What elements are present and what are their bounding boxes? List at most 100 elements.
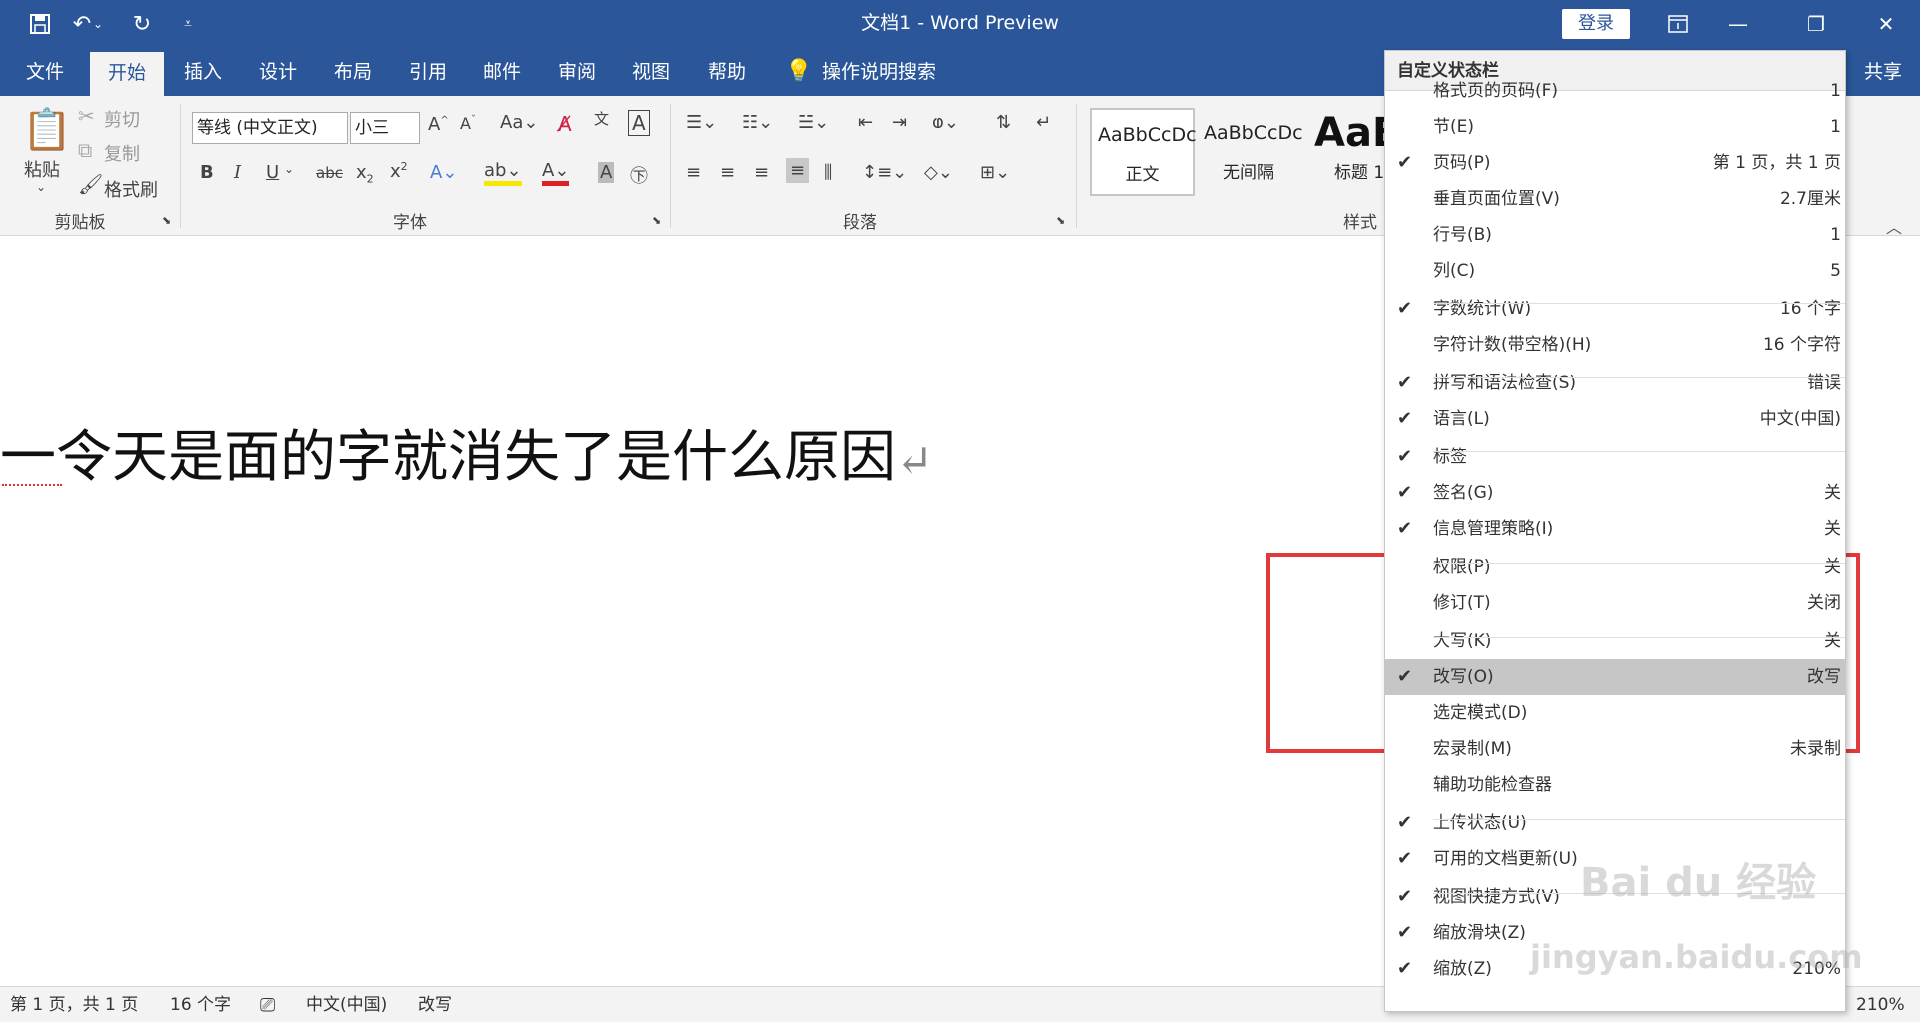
menu-item[interactable]: ✔ 字数统计(W) 16 个字 [1385,291,1845,327]
dialog-launcher-icon[interactable]: ⬊ [1056,214,1065,227]
chinese-layout-icon[interactable]: ⱷ⌄ [932,112,959,133]
save-icon[interactable] [24,8,56,40]
paste-button[interactable]: 粘贴 [24,156,60,182]
tell-me-search[interactable]: 操作说明搜索 [822,48,982,96]
document-body-text[interactable]: 一令天是面的字就消失了是什么原因 [0,425,896,490]
menu-item[interactable]: ✔ 信息管理策略(I) 关 [1385,511,1845,547]
menu-item-value: 错误 [1807,373,1841,393]
shading-icon[interactable]: ◇⌄ [924,162,953,183]
style-normal[interactable]: AaBbCcDc 正文 [1090,108,1197,196]
bullets-icon[interactable]: ☰⌄ [686,112,717,133]
proofing-icon[interactable]: ⎚ [260,987,275,1022]
menu-item[interactable]: ✔ 改写(O) 改写 [1385,659,1845,695]
restore-icon[interactable]: ❐ [1786,0,1846,48]
menu-item-label: 缩放滑块(Z) [1433,923,1526,943]
bold-icon[interactable]: B [200,162,214,183]
font-size-combo[interactable]: 小三 [350,112,420,144]
char-shading-icon[interactable]: A [598,162,615,183]
style-heading-1[interactable]: AaB 标题 1 [1306,108,1384,196]
line-spacing-icon[interactable]: ↕≡⌄ [862,162,907,183]
menu-item-label: 节(E) [1433,117,1475,137]
menu-item[interactable]: ✔ 页码(P) 第 1 页，共 1 页 [1385,145,1845,181]
tab-design[interactable]: 设计 [243,48,313,96]
menu-item[interactable]: 辅助功能检查器 [1385,767,1845,803]
underline-icon[interactable]: U [266,162,279,183]
phonetic-guide-icon[interactable]: 文 [594,108,609,129]
align-center-icon[interactable]: ≡ [720,162,735,183]
status-overtype[interactable]: 改写 [418,987,452,1022]
decrease-indent-icon[interactable]: ⇤ [858,112,873,133]
text-effects-icon[interactable]: A⌄ [430,162,457,183]
highlight-icon[interactable]: ab⌄ [484,160,522,186]
increase-indent-icon[interactable]: ⇥ [892,112,907,133]
superscript-icon[interactable]: x2 [390,160,408,182]
menu-item[interactable]: 行号(B) 1 [1385,217,1845,253]
grow-font-icon[interactable]: A^ [428,114,449,135]
menu-item[interactable]: 字符计数(带空格)(H) 16 个字符 [1385,327,1845,363]
multilevel-list-icon[interactable]: ☱⌄ [798,112,829,133]
ribbon-display-icon[interactable] [1648,0,1708,48]
close-icon[interactable]: ✕ [1856,0,1916,48]
status-language[interactable]: 中文(中国) [306,987,387,1022]
clear-format-icon[interactable]: A̸ [558,112,572,136]
menu-item[interactable]: 权限(P) 关 [1385,549,1845,585]
menu-item[interactable]: 宏录制(M) 未录制 [1385,731,1845,767]
tab-home[interactable]: 开始 [90,52,164,96]
share-button[interactable]: 共享 [1846,48,1920,96]
borders-icon[interactable]: ⊞⌄ [980,162,1010,183]
customize-qat-icon[interactable]: ⩡ [172,8,204,40]
dialog-launcher-icon[interactable]: ⬊ [652,214,661,227]
tab-help[interactable]: 帮助 [692,48,762,96]
menu-item[interactable]: 垂直页面位置(V) 2.7厘米 [1385,181,1845,217]
paste-icon[interactable]: 📋 [22,106,72,153]
dialog-launcher-icon[interactable]: ⬊ [162,214,171,227]
menu-item[interactable]: ✔ 拼写和语法检查(S) 错误 [1385,365,1845,401]
tab-insert[interactable]: 插入 [168,48,238,96]
paste-dropdown-icon[interactable]: ⌄ [36,180,46,194]
cut-button[interactable]: 剪切 [104,106,140,132]
underline-dropdown-icon[interactable]: ⌄ [284,162,294,176]
tab-layout[interactable]: 布局 [318,48,388,96]
numbering-icon[interactable]: ☷⌄ [742,112,773,133]
align-right-icon[interactable]: ≡ [754,162,769,183]
menu-item[interactable]: 节(E) 1 [1385,109,1845,145]
menu-item[interactable]: 格式页的页码(F) 1 [1385,73,1845,109]
sort-icon[interactable]: ⇅ [996,112,1011,133]
tab-mailings[interactable]: 邮件 [467,48,537,96]
login-button[interactable]: 登录 [1562,9,1630,39]
distributed-icon[interactable]: ⫼ [824,162,832,183]
strikethrough-icon[interactable]: abc [316,164,343,182]
menu-item[interactable]: 选定模式(D) [1385,695,1845,731]
align-left-icon[interactable]: ≡ [686,162,701,183]
tab-review[interactable]: 审阅 [542,48,612,96]
italic-icon[interactable]: I [234,162,241,183]
document-text[interactable]: 一令天是面的字就消失了是什么原因↵ [0,412,933,493]
status-page[interactable]: 第 1 页，共 1 页 [10,987,138,1022]
tab-file[interactable]: 文件 [10,48,80,96]
font-name-combo[interactable]: 等线 (中文正文) [192,112,348,144]
menu-item[interactable]: 修订(T) 关闭 [1385,585,1845,621]
justify-icon[interactable]: ≡ [786,158,810,183]
status-word-count[interactable]: 16 个字 [170,987,231,1022]
show-marks-icon[interactable]: ↵ [1036,112,1051,133]
collapse-ribbon-icon[interactable]: ︿ [1886,214,1912,237]
char-border-icon[interactable]: A [628,110,650,136]
format-painter-button[interactable]: 格式刷 [104,176,158,202]
font-color-icon[interactable]: A⌄ [542,160,570,186]
menu-item[interactable]: ✔ 标签 [1385,439,1845,475]
copy-button[interactable]: 复制 [104,140,140,166]
change-case-icon[interactable]: Aa⌄ [500,112,538,133]
shrink-font-icon[interactable]: Aˇ [460,114,476,133]
tab-view[interactable]: 视图 [616,48,686,96]
tab-references[interactable]: 引用 [393,48,463,96]
minimize-icon[interactable]: — [1708,0,1768,48]
subscript-icon[interactable]: x2 [356,162,374,186]
menu-item[interactable]: ✔ 签名(G) 关 [1385,475,1845,511]
redo-icon[interactable]: ↻ [126,8,158,40]
menu-item[interactable]: ✔ 语言(L) 中文(中国) [1385,401,1845,437]
enclose-char-icon[interactable]: ㊦ [630,162,648,188]
style-no-spacing[interactable]: AaBbCcDc 无间隔 [1198,108,1303,196]
menu-item[interactable]: 大写(K) 关 [1385,623,1845,659]
undo-dropdown-icon[interactable]: ⌄ [90,8,106,40]
menu-item[interactable]: 列(C) 5 [1385,253,1845,289]
